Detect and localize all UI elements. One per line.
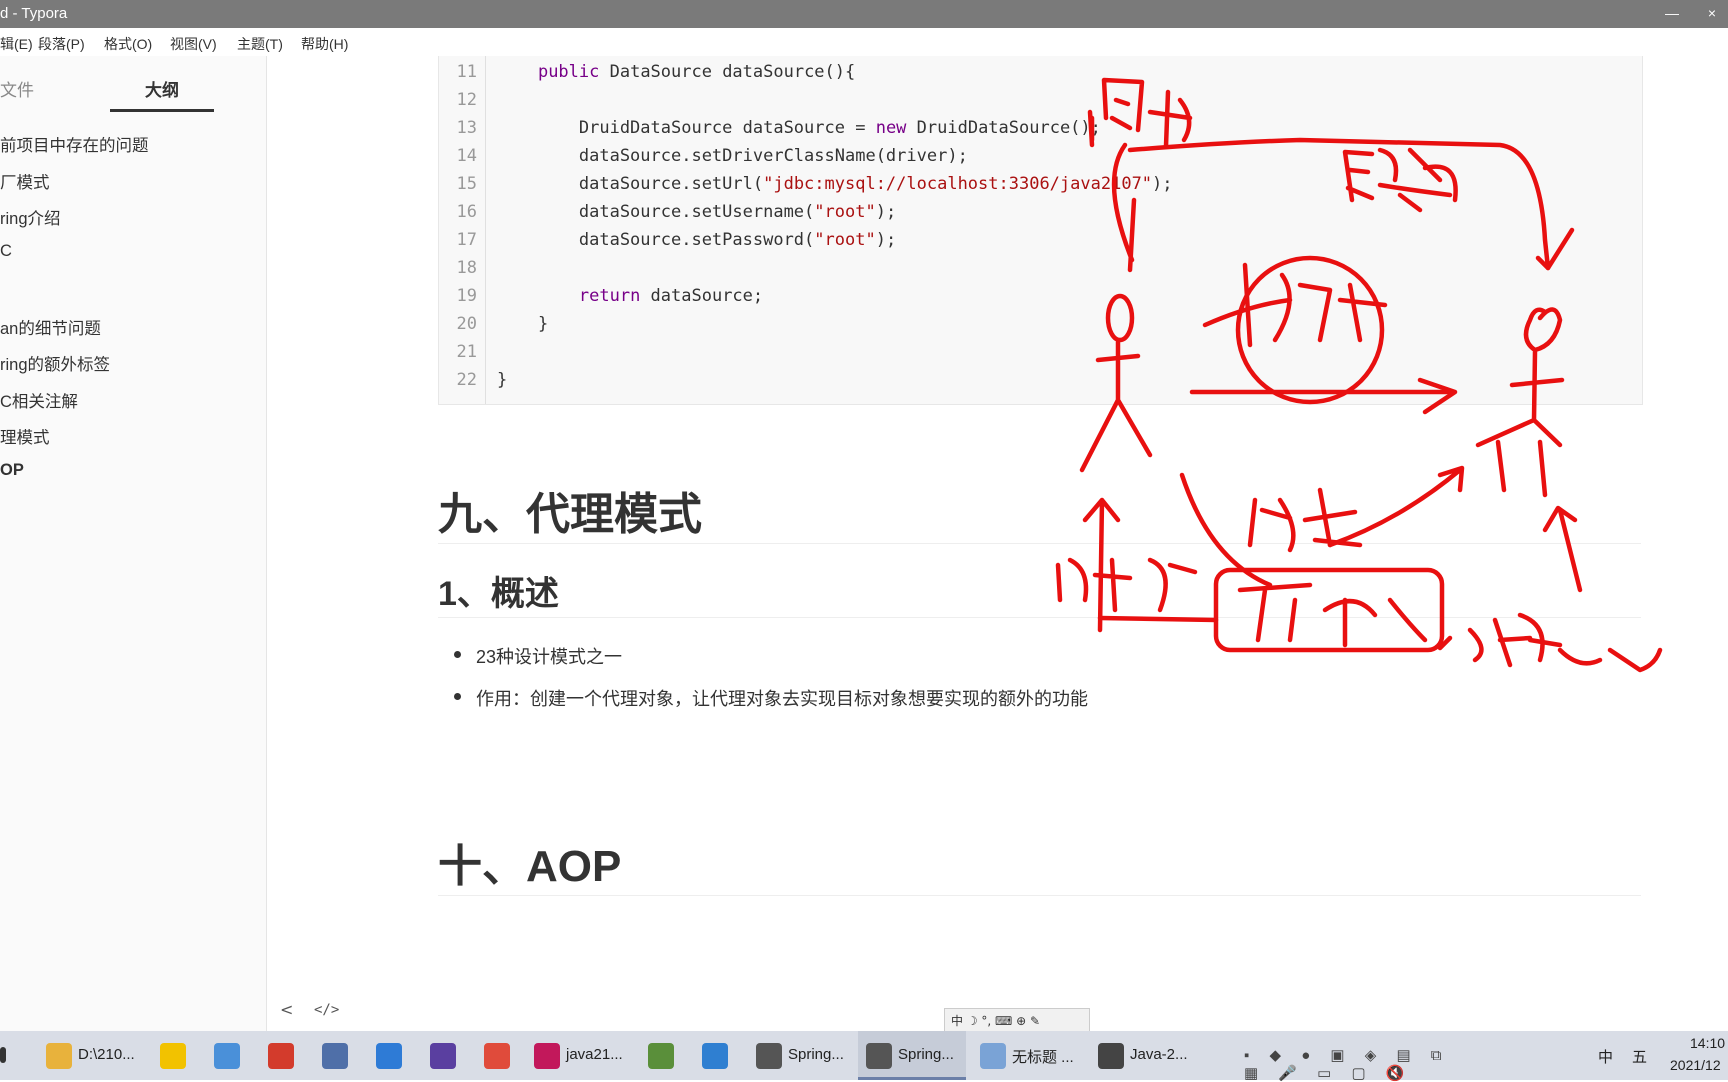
taskbar-app-button[interactable]: Spring... (858, 1031, 966, 1080)
taskbar-app-button[interactable] (476, 1031, 520, 1080)
taskbar-app-button[interactable] (206, 1031, 250, 1080)
clock-date[interactable]: 2021/12 (1670, 1057, 1721, 1073)
language-indicator[interactable]: 中 (1598, 1046, 1613, 1067)
clock-time[interactable]: 14:10 (1690, 1035, 1725, 1051)
start-icon[interactable] (0, 1047, 6, 1063)
taskbar-app-button[interactable]: Java-2... (1090, 1031, 1200, 1080)
taskbar-app-button[interactable] (260, 1031, 304, 1080)
taskbar-app-button[interactable] (152, 1031, 196, 1080)
app-icon (534, 1043, 560, 1069)
taskbar-app-label: D:\210... (78, 1046, 135, 1063)
handwritten-annotation (1055, 77, 1663, 673)
system-tray-icons[interactable]: ▪ ◆ ● ▣ ◈ ▤ ⧉ ▦ 🎤 ▭ ▢ 🔇 (1244, 1046, 1454, 1082)
app-icon (430, 1043, 456, 1069)
taskbar-app-button[interactable]: D:\210... (38, 1031, 138, 1080)
taskbar-app-button[interactable]: Spring... (748, 1031, 852, 1080)
app-icon (214, 1043, 240, 1069)
taskbar-app-button[interactable] (694, 1031, 738, 1080)
ime-toolbar[interactable]: 中 ☽ °, ⌨ ⊕ ✎ (944, 1008, 1090, 1032)
app-icon (756, 1043, 782, 1069)
taskbar-app-button[interactable] (422, 1031, 466, 1080)
taskbar-app-button[interactable] (368, 1031, 412, 1080)
app-icon (376, 1043, 402, 1069)
app-icon (980, 1043, 1006, 1069)
app-icon (702, 1043, 728, 1069)
app-icon (322, 1043, 348, 1069)
app-icon (648, 1043, 674, 1069)
taskbar-app-button[interactable] (314, 1031, 358, 1080)
ime-indicator[interactable]: 五 (1632, 1046, 1647, 1067)
taskbar-app-label: 无标题 ... (1012, 1049, 1074, 1066)
app-icon (268, 1043, 294, 1069)
app-icon (1098, 1043, 1124, 1069)
taskbar-app-button[interactable]: 无标题 ... (972, 1031, 1080, 1080)
ime-toolbar-label: 中 ☽ °, ⌨ ⊕ ✎ (951, 1014, 1041, 1028)
taskbar-app-label: Spring... (788, 1046, 844, 1063)
app-icon (484, 1043, 510, 1069)
taskbar-app-button[interactable] (640, 1031, 684, 1080)
app-icon (866, 1043, 892, 1069)
taskbar-app-label: java21... (566, 1046, 623, 1063)
app-icon (160, 1043, 186, 1069)
taskbar-app-button[interactable]: java21... (526, 1031, 632, 1080)
app-icon (46, 1043, 72, 1069)
taskbar-app-label: Spring... (898, 1046, 954, 1063)
taskbar-app-label: Java-2... (1130, 1046, 1188, 1063)
taskbar: D:\210... java21... Spring... Spring... 无标题 … (0, 1031, 1728, 1082)
